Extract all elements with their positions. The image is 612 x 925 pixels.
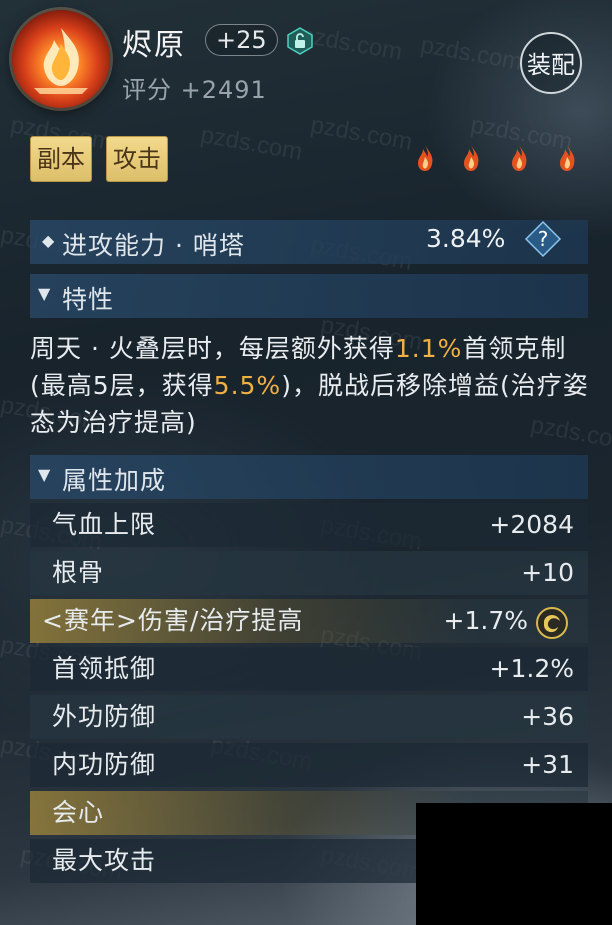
traits-desc-highlight: 5.5% <box>213 371 282 400</box>
attributes-section-title: 属性加成 <box>62 466 167 495</box>
traits-desc-highlight: 1.1% <box>394 334 463 363</box>
flame-icon <box>512 145 527 171</box>
traits-description: 周天 · 火叠层时，每层额外获得1.1%首领克制(最高5层，获得5.5%)，脱战… <box>30 330 590 441</box>
score-text: 评分 +2491 <box>122 76 267 104</box>
watermark: pzds.com <box>308 111 415 156</box>
corner-mask <box>416 803 612 925</box>
attribute-label: 气血上限 <box>52 510 157 539</box>
level-badge: +25 <box>205 24 278 56</box>
flame-emblem-icon <box>12 10 110 108</box>
chevron-down-icon[interactable]: ▼ <box>38 284 50 303</box>
attribute-row: 气血上限 +2084 <box>30 503 588 547</box>
attribute-value: +36 <box>521 702 574 731</box>
attribute-row: 首领抵御 +1.2% <box>30 647 588 691</box>
equip-button[interactable]: 装配 <box>520 32 582 94</box>
attribute-row: 内功防御 +31 <box>30 743 588 787</box>
attribute-label: 内功防御 <box>52 750 157 779</box>
attribute-row: <赛年>伤害/治疗提高 +1.7% <box>30 599 588 643</box>
attribute-value: +2084 <box>489 510 574 539</box>
attribute-label: 外功防御 <box>52 702 157 731</box>
attribute-label: 首领抵御 <box>52 654 157 683</box>
attribute-row: 外功防御 +36 <box>30 695 588 739</box>
svg-text:?: ? <box>538 227 549 251</box>
tag-attack: 攻击 <box>106 136 168 182</box>
attribute-label: 根骨 <box>52 558 105 587</box>
swirl-icon[interactable] <box>534 605 570 641</box>
flame-icon <box>464 145 479 171</box>
attribute-label: <赛年>伤害/治疗提高 <box>42 606 304 635</box>
traits-desc-text: 周天 · 火叠层时，每层额外获得 <box>30 334 395 363</box>
attribute-label: 最大攻击 <box>52 846 157 875</box>
tag-dungeon: 副本 <box>30 136 92 182</box>
attribute-label: 会心 <box>52 798 105 827</box>
item-name: 烬原 <box>122 28 186 63</box>
chevron-down-icon[interactable]: ▼ <box>38 465 50 484</box>
attribute-value: +10 <box>521 558 574 587</box>
attribute-value: +1.7% <box>443 606 528 635</box>
attribute-row: 根骨 +10 <box>30 551 588 595</box>
diamond-icon: ◆ <box>42 231 55 250</box>
watermark: pzds.com <box>198 121 305 166</box>
attribute-value: +31 <box>521 750 574 779</box>
help-icon[interactable]: ? <box>524 220 562 258</box>
attack-section-title: 进攻能力 · 哨塔 <box>62 231 245 260</box>
traits-section-title: 特性 <box>62 285 115 314</box>
watermark: pzds.com <box>418 31 525 76</box>
attack-value: 3.84% <box>426 224 506 253</box>
flame-icon <box>560 145 575 171</box>
attribute-value: +1.2% <box>489 654 574 683</box>
lock-icon[interactable] <box>285 26 315 56</box>
flame-icon <box>418 145 433 171</box>
